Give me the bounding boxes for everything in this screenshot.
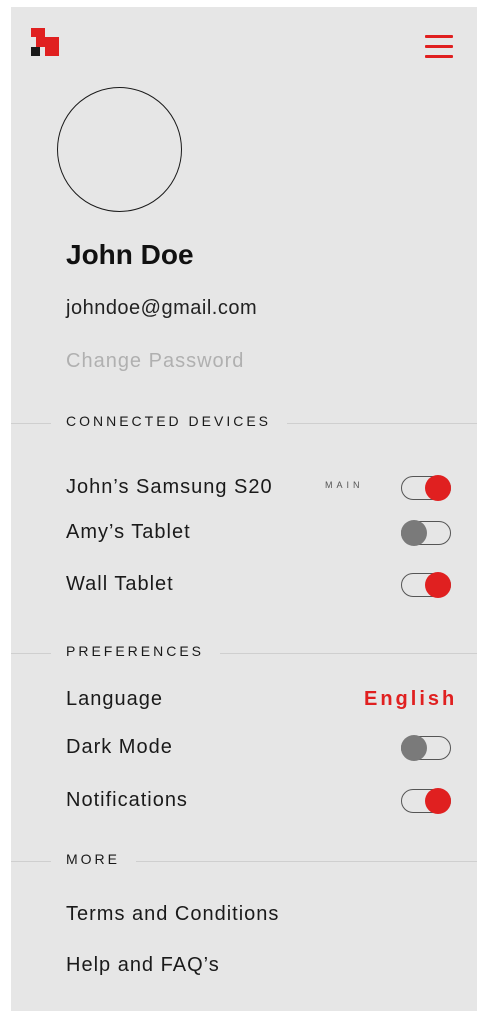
- main-device-badge: MAIN: [325, 480, 364, 490]
- terms-link[interactable]: Terms and Conditions: [66, 903, 279, 926]
- language-label: Language: [66, 688, 163, 710]
- device-label-wall-tablet: Wall Tablet: [66, 573, 174, 595]
- notifications-label: Notifications: [66, 789, 188, 811]
- device-toggle-wall-tablet[interactable]: [401, 572, 451, 598]
- profile-email: johndoe@gmail.com: [66, 297, 258, 319]
- avatar[interactable]: [57, 87, 182, 212]
- device-toggle-amy-tablet[interactable]: [401, 520, 451, 546]
- help-faq-link[interactable]: Help and FAQ’s: [66, 954, 220, 977]
- section-title-connected-devices: CONNECTED DEVICES: [51, 413, 288, 429]
- device-toggle-samsung[interactable]: [401, 475, 451, 501]
- settings-panel: John Doe johndoe@gmail.com Change Passwo…: [11, 7, 477, 1011]
- notifications-toggle[interactable]: [401, 788, 451, 814]
- profile-name: John Doe: [66, 239, 194, 270]
- dark-mode-toggle[interactable]: [401, 735, 451, 761]
- hamburger-menu-icon[interactable]: [425, 35, 453, 59]
- change-password-link[interactable]: Change Password: [66, 350, 244, 373]
- dark-mode-label: Dark Mode: [66, 736, 173, 758]
- section-title-preferences: PREFERENCES: [51, 643, 221, 659]
- section-title-more: MORE: [51, 851, 136, 867]
- language-selector[interactable]: English: [364, 688, 457, 711]
- device-label-samsung: John’s Samsung S20: [66, 476, 273, 498]
- brand-logo-icon[interactable]: [31, 28, 59, 56]
- device-label-amy-tablet: Amy’s Tablet: [66, 521, 191, 543]
